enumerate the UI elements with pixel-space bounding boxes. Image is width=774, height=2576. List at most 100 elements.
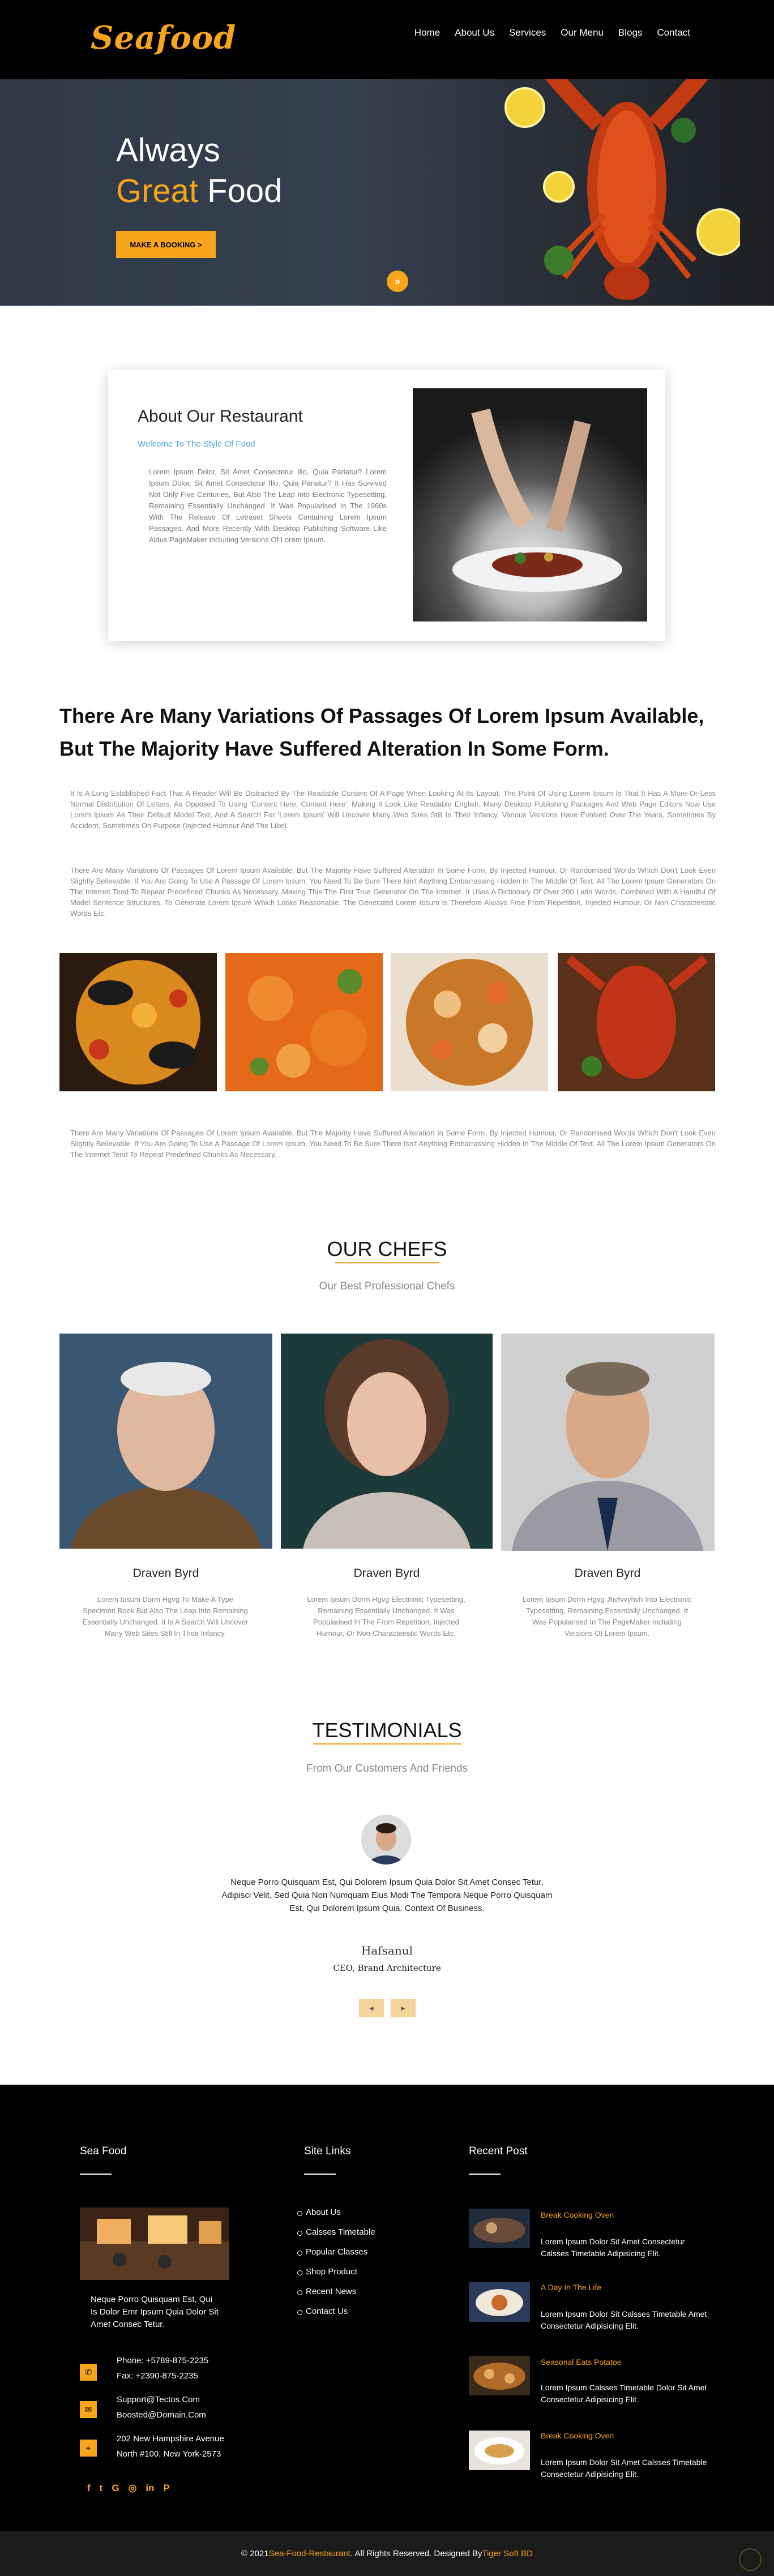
footer-recent-post-title: Recent Post <box>469 2145 528 2157</box>
chef-photo-1 <box>59 1334 272 1549</box>
chef-name-3: Draven Byrd <box>574 1567 641 1580</box>
recent-post-title-4[interactable]: Break Cooking Oven <box>541 2431 614 2440</box>
food-image-lobster <box>558 953 715 1091</box>
chevron-double-down-icon[interactable]: » <box>387 271 408 292</box>
main-nav: Home About Us Services Our Menu Blogs Co… <box>414 27 690 38</box>
footer-link-popular-classes[interactable]: Popular Classes <box>297 2247 367 2257</box>
hero-title-line1: Always <box>116 132 220 169</box>
footer-title-underline <box>469 2174 501 2175</box>
recent-post-title-2[interactable]: A Day In The Life <box>541 2283 601 2292</box>
recent-post-image-4[interactable] <box>469 2431 530 2470</box>
recent-post-image-3[interactable] <box>469 2356 530 2395</box>
footer-email-support[interactable]: Support@Tectos.Com <box>117 2394 200 2406</box>
chef-text-2: Lorem Ipsum Dorm Hgvg Electronic Typeset… <box>307 1595 465 1638</box>
footer-link-shop[interactable]: Shop Product <box>297 2267 357 2277</box>
copyright-prefix: © 2021 <box>241 2548 269 2558</box>
hero-title-highlight: Great <box>116 173 199 209</box>
google-icon[interactable]: G <box>112 2483 119 2494</box>
testimonial-name: Hafsanul <box>361 1944 413 1957</box>
variations-heading-bold: But The Majority Have Suffered Alteratio… <box>59 737 609 760</box>
recent-post-text-4: Lorem Ipsum Dolor Sit Amet Calsses Timet… <box>541 2458 707 2479</box>
footer-link-about[interactable]: About Us <box>297 2208 341 2217</box>
footer-title-underline <box>304 2174 336 2175</box>
dribbble-icon[interactable]: ◎ <box>129 2483 137 2494</box>
location-icon: ⌖ <box>80 2440 97 2457</box>
about-card: About Our Restaurant Welcome To The Styl… <box>108 370 665 641</box>
variations-paragraph-3: There Are Many Variations Of Passages Of… <box>70 1129 716 1159</box>
copyright-designer-link[interactable]: Tiger Soft BD <box>482 2549 532 2558</box>
chef-text-3: Lorem Ipsum Dorm Hgvg Jhvfvvyhvh Into El… <box>522 1595 692 1638</box>
linkedin-icon[interactable]: in <box>146 2483 154 2494</box>
footer-about-text: Neque Porro Quisquam Est, Qui Is Dolor E… <box>91 2295 219 2329</box>
footer-address-line1: 202 New Hampshire Avenue <box>117 2434 224 2444</box>
chef-name-2: Draven Byrd <box>353 1567 420 1580</box>
nav-menu[interactable]: Our Menu <box>561 27 604 38</box>
variations-paragraph-2: There Are Many Variations Of Passages Of… <box>70 866 716 918</box>
chefs-title: OUR CHEFS <box>327 1237 447 1261</box>
footer-site-links-title: Site Links <box>304 2145 351 2157</box>
testimonial-quote: Neque Porro Quisquam Est, Qui Dolorem Ip… <box>221 1878 553 1913</box>
nav-contact[interactable]: Contact <box>657 27 690 38</box>
make-booking-button[interactable]: MAKE A BOOKING > <box>116 231 216 258</box>
food-image-shrimp <box>225 953 383 1091</box>
nav-services[interactable]: Services <box>509 27 546 38</box>
chef-text-1: Lorem Ipsum Dorm Hgvg To Make A Type Spe… <box>82 1595 249 1638</box>
pinterest-icon[interactable]: P <box>164 2483 170 2494</box>
footer-seafood-title: Sea Food <box>80 2145 127 2157</box>
recent-post-text-2: Lorem Ipsum Dolor Sit Calsses Timetable … <box>541 2309 707 2330</box>
copyright-middle: . All Rights Reserved. Designed By <box>350 2548 482 2558</box>
hero-title-line2: Great Food <box>116 172 282 210</box>
chefs-title-underline <box>335 1262 439 1263</box>
social-links: f t G ◎ in P <box>87 2483 170 2494</box>
recent-post-image-1[interactable] <box>469 2209 530 2248</box>
phone-icon: ✆ <box>80 2364 97 2381</box>
footer-fax: Fax: +2390-875-2235 <box>117 2371 198 2381</box>
testimonials-subtitle: From Our Customers And Friends <box>306 1763 468 1775</box>
nav-about[interactable]: About Us <box>455 27 494 38</box>
chef-photo-2 <box>281 1334 493 1549</box>
testimonials-title-underline <box>313 1743 461 1745</box>
footer-restaurant-image <box>80 2208 229 2280</box>
chef-name-1: Draven Byrd <box>132 1567 199 1580</box>
logo[interactable]: Seafood <box>91 19 236 57</box>
testimonial-next-button[interactable]: ► <box>391 1999 416 2017</box>
about-subtitle: Welcome To The Style Of Food <box>138 439 255 449</box>
recent-post-text-3: Lorem Ipsum Calsses Timetable Dolor Sit … <box>541 2383 707 2404</box>
testimonials-title: TESTIMONIALS <box>312 1718 462 1742</box>
food-image-seafood-pan <box>391 953 548 1091</box>
footer-link-contact[interactable]: Contact Us <box>297 2307 348 2316</box>
footer-email-boosted[interactable]: Boosted@Domain.Com <box>117 2409 206 2421</box>
facebook-icon[interactable]: f <box>87 2483 91 2494</box>
page: Seafood Home About Us Services Our Menu … <box>0 0 774 2576</box>
nav-blogs[interactable]: Blogs <box>618 27 643 38</box>
copyright-brand-link[interactable]: Sea-Food-Restaurant <box>269 2549 350 2558</box>
hero-banner: Always Great Food MAKE A BOOKING > » <box>0 79 774 306</box>
about-title: About Our Restaurant <box>138 407 303 426</box>
footer-link-timetable[interactable]: Calsses Timetable <box>297 2227 375 2237</box>
variations-heading: There Are Many Variations Of Passages Of… <box>59 700 716 765</box>
footer-phone: Phone: +5789-875-2235 <box>117 2356 209 2365</box>
nav-home[interactable]: Home <box>414 27 440 38</box>
chef-photo-3 <box>501 1334 715 1551</box>
recent-post-title-3[interactable]: Seasonal Eats Potatoe <box>541 2358 621 2367</box>
testimonial-prev-button[interactable]: ◄ <box>359 1999 384 2017</box>
footer-title-underline <box>80 2174 112 2175</box>
food-image-paella <box>59 953 217 1091</box>
chef-plating-image <box>413 388 647 622</box>
footer-address-line2: North #100, New York-2573 <box>117 2449 221 2459</box>
about-text: Lorem Ipsum Dolor, Sit Amet Consectetur … <box>149 468 387 544</box>
hero-title-rest: Food <box>198 173 283 209</box>
email-icon: ✉ <box>80 2401 97 2418</box>
site-header: Seafood Home About Us Services Our Menu … <box>0 0 774 79</box>
footer-link-news[interactable]: Recent News <box>297 2287 356 2296</box>
lobster-image <box>504 79 740 300</box>
testimonial-avatar <box>361 1815 411 1865</box>
twitter-icon[interactable]: t <box>100 2483 103 2494</box>
testimonial-role: CEO, Brand Architecture <box>333 1963 441 1973</box>
recent-post-title-1[interactable]: Break Cooking Oven <box>541 2210 614 2219</box>
recent-post-image-2[interactable] <box>469 2282 530 2322</box>
chefs-subtitle: Our Best Professional Chefs <box>319 1280 455 1292</box>
scroll-to-top-button[interactable] <box>739 2548 762 2571</box>
variations-paragraph-1: It Is A Long Established Fact That A Rea… <box>70 789 716 830</box>
copyright-bar: © 2021 Sea-Food-Restaurant. All Rights R… <box>0 2531 774 2576</box>
